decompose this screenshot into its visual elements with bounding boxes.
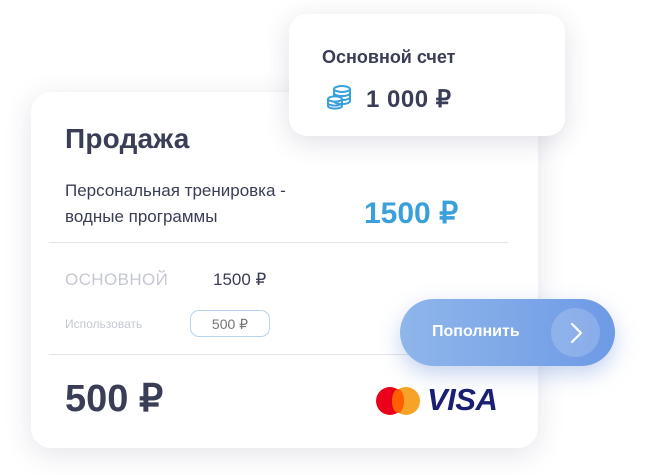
divider (49, 242, 508, 243)
mastercard-overlap (392, 389, 404, 413)
sale-title: Продажа (65, 123, 190, 154)
use-amount-input[interactable] (190, 310, 270, 337)
mastercard-logo (376, 387, 420, 415)
visa-logo: VISA (427, 382, 498, 417)
topup-button[interactable]: Пополнить (400, 299, 615, 366)
chevron-right-icon (551, 308, 600, 357)
balance-card: Основной счет 1 000 ₽ (289, 14, 565, 136)
product-price: 1500 ₽ (364, 197, 459, 230)
use-label: Использовать (65, 317, 143, 331)
topup-label: Пополнить (432, 323, 520, 340)
sale-card: Продажа Персональная тренировка - водные… (31, 92, 538, 448)
account-label: ОСНОВНОЙ (65, 270, 169, 289)
coins-icon (326, 84, 353, 111)
account-amount: 1500 ₽ (213, 270, 267, 289)
balance-amount: 1 000 ₽ (366, 86, 452, 113)
balance-label: Основной счет (322, 47, 456, 67)
total-amount: 500 ₽ (65, 378, 164, 420)
product-description: Персональная тренировка - водные програм… (65, 181, 286, 226)
